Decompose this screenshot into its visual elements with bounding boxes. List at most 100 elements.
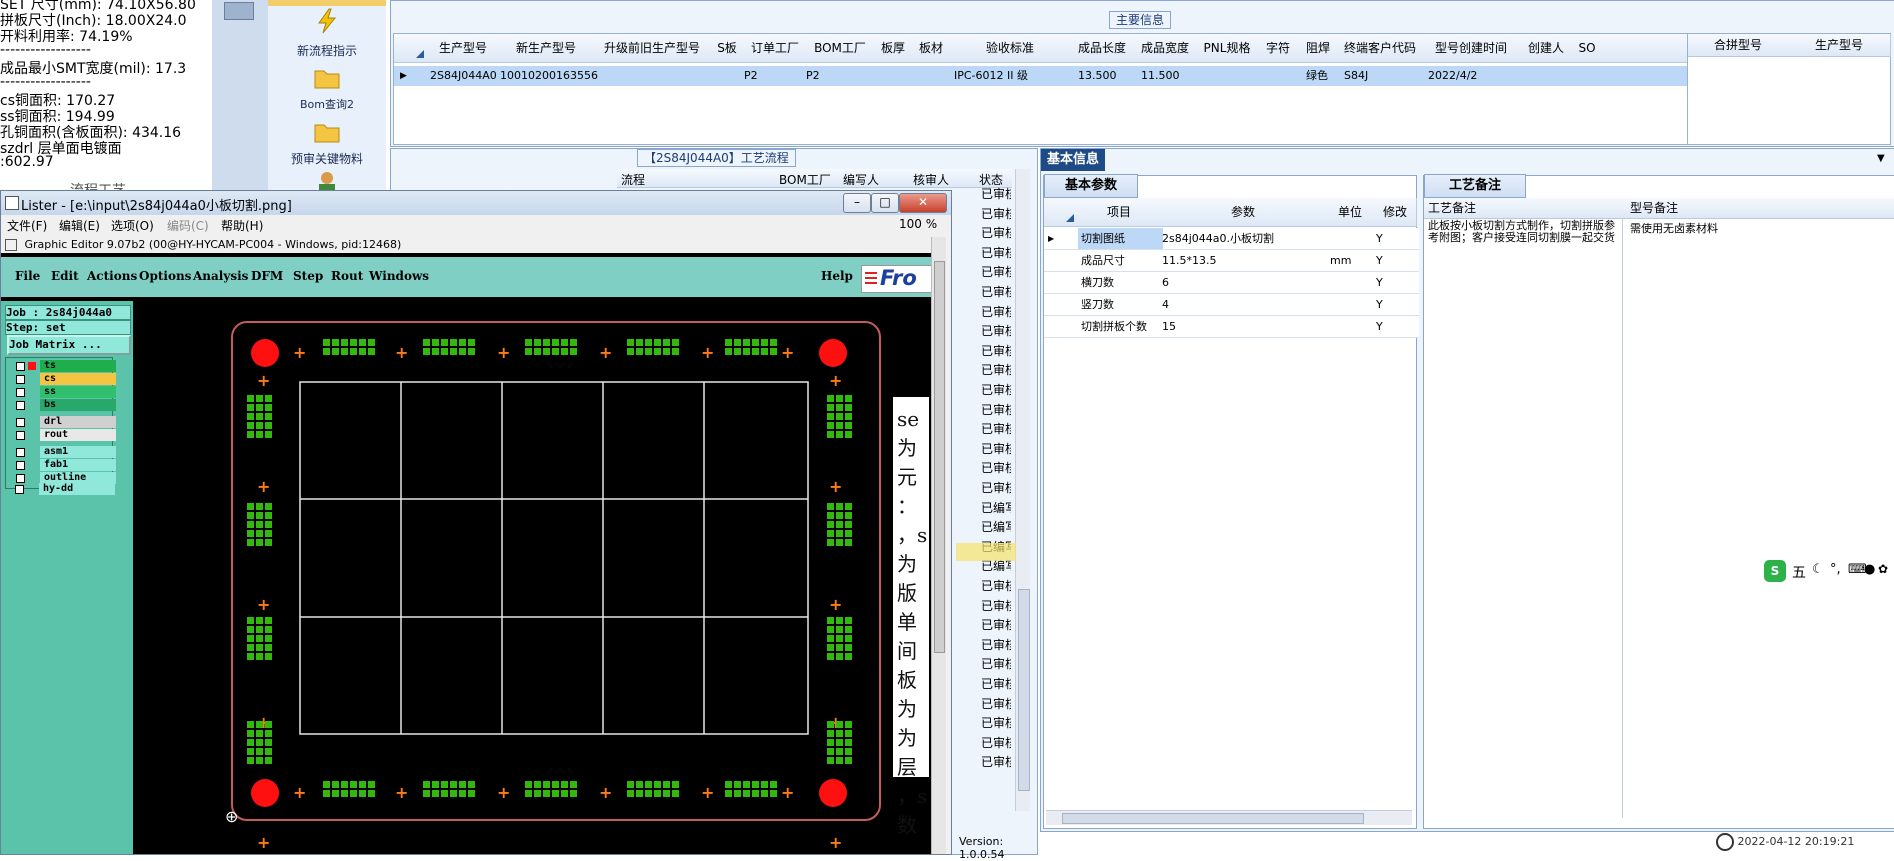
ime-toolbar[interactable]: S 五 ☾ °, ⌨ ● ✿ bbox=[1764, 560, 1892, 584]
col-header[interactable]: 订单工厂 bbox=[744, 34, 807, 63]
tab-basic-params[interactable]: 基本参数 bbox=[1044, 174, 1138, 198]
grid-icon[interactable]: ✿ bbox=[1878, 562, 1888, 576]
step-label: Step: set bbox=[5, 320, 131, 335]
col-header[interactable]: 升级前旧生产型号 bbox=[594, 34, 711, 63]
col-header[interactable]: 阻焊 bbox=[1298, 34, 1339, 63]
moon-icon[interactable]: ☾ bbox=[1812, 562, 1824, 577]
col-header[interactable]: 字符 bbox=[1258, 34, 1299, 63]
ge-menu-edit[interactable]: Edit bbox=[51, 269, 79, 283]
layer-ts[interactable]: ts bbox=[10, 360, 116, 372]
ge-menu-actions[interactable]: Actions bbox=[87, 269, 137, 283]
layer-drl[interactable]: drl bbox=[10, 416, 116, 428]
ge-menu-dfm[interactable]: DFM bbox=[251, 269, 283, 283]
menu-options[interactable]: 选项(O) bbox=[111, 217, 154, 234]
col-header[interactable]: 工艺备注 bbox=[1424, 198, 1627, 219]
ge-menu-help[interactable]: Help bbox=[821, 269, 853, 283]
col-header[interactable]: 终端客户代码 bbox=[1338, 34, 1423, 63]
table-row[interactable]: ▶ 切割图纸 2s84j044a0.小板切割 Y bbox=[1044, 228, 1419, 250]
table-row[interactable]: ▶ 2S84J044A0 10010200163556 P2 P2 IPC-60… bbox=[394, 66, 1690, 86]
col-header[interactable]: 参数 bbox=[1160, 198, 1327, 227]
job-matrix-button[interactable]: Job Matrix ... bbox=[7, 335, 131, 355]
col-header[interactable]: 合拼型号 bbox=[1688, 34, 1789, 57]
layer-asm1[interactable]: asm1 bbox=[10, 446, 116, 458]
pad bbox=[256, 431, 263, 438]
col-header[interactable]: 新生产型号 bbox=[498, 34, 595, 63]
col-header[interactable]: 生产型号 bbox=[1788, 34, 1891, 57]
scrollbar-thumb[interactable] bbox=[934, 261, 945, 653]
col-header[interactable]: 成品长度 bbox=[1070, 34, 1135, 63]
col-header[interactable]: 型号备注 bbox=[1626, 198, 1894, 219]
status-cell: 已审核 bbox=[981, 422, 1011, 437]
pad bbox=[672, 339, 679, 346]
table-row[interactable]: 切割拼板个数 15 Y bbox=[1044, 316, 1419, 338]
table-row[interactable]: 横刀数 6 Y bbox=[1044, 272, 1419, 294]
ge-menu-analysis[interactable]: Analysis bbox=[193, 269, 248, 283]
user-icon[interactable]: ● bbox=[1864, 562, 1875, 577]
col-header[interactable]: 成品宽度 bbox=[1134, 34, 1197, 63]
ime-mode[interactable]: 五 bbox=[1792, 562, 1806, 582]
col-header[interactable]: 修改 bbox=[1374, 198, 1417, 227]
vertical-scrollbar[interactable] bbox=[1015, 169, 1030, 811]
col-header[interactable]: 型号创建时间 bbox=[1422, 34, 1521, 63]
launcher-item-new-flow[interactable]: 新流程指示 bbox=[268, 42, 386, 59]
merge-model-grid[interactable]: 合拼型号 生产型号 bbox=[1687, 33, 1891, 145]
ge-menu-file[interactable]: File bbox=[15, 269, 40, 283]
launcher-item-bom-query[interactable]: Bom查询2 bbox=[268, 96, 386, 112]
ge-menu-windows[interactable]: Windows bbox=[369, 269, 429, 283]
pad bbox=[468, 781, 475, 788]
col-header[interactable]: 创建人 bbox=[1520, 34, 1573, 63]
menu-edit[interactable]: 编辑(E) bbox=[59, 217, 100, 234]
layer-fab1[interactable]: fab1 bbox=[10, 459, 116, 471]
ime-logo-icon[interactable]: S bbox=[1764, 560, 1786, 582]
ge-menu-rout[interactable]: Rout bbox=[331, 269, 363, 283]
maximize-button[interactable]: □ bbox=[871, 193, 899, 213]
scrollbar-thumb[interactable] bbox=[1062, 813, 1364, 824]
pad bbox=[845, 617, 852, 624]
layer-ss[interactable]: ss bbox=[10, 386, 116, 398]
ge-menu-options[interactable]: Options bbox=[139, 269, 191, 283]
col-header[interactable]: 验收标准 bbox=[950, 34, 1071, 63]
pad bbox=[836, 635, 843, 642]
lister-vertical-scrollbar[interactable] bbox=[931, 237, 946, 854]
layer-rout[interactable]: rout bbox=[10, 429, 116, 441]
minimize-button[interactable]: – bbox=[843, 193, 871, 213]
table-row[interactable]: 竖刀数 4 Y bbox=[1044, 294, 1419, 316]
tab-process-notes[interactable]: 工艺备注 bbox=[1424, 174, 1526, 198]
pad bbox=[845, 653, 852, 660]
model-note-text[interactable]: 需使用无卤素材料 bbox=[1630, 220, 1880, 236]
col-header[interactable]: 单位 bbox=[1326, 198, 1375, 227]
close-button[interactable]: ✕ bbox=[899, 193, 947, 213]
pad bbox=[441, 348, 448, 355]
table-row[interactable]: 成品尺寸 11.5*13.5 mm Y bbox=[1044, 250, 1419, 272]
menu-help[interactable]: 帮助(H) bbox=[221, 217, 263, 234]
menu-encoding[interactable]: 编码(C) bbox=[167, 217, 209, 234]
col-header[interactable]: 项目 bbox=[1078, 198, 1161, 227]
col-header[interactable]: 生产型号 bbox=[428, 34, 499, 63]
col-header[interactable]: PNL规格 bbox=[1196, 34, 1259, 63]
process-note-text[interactable]: 此板按小板切割方式制作，切割拼版参考附图；客户接受连同切割膜一起交货 bbox=[1428, 220, 1618, 244]
layer-hy-dd[interactable]: hy-dd bbox=[9, 483, 115, 495]
menu-file[interactable]: 文件(F) bbox=[7, 217, 47, 234]
main-info-grid[interactable]: 生产型号 新生产型号 升级前旧生产型号 S板 订单工厂 BOM工厂 板厚 板材 … bbox=[393, 33, 1691, 145]
punctuation-icon[interactable]: °, bbox=[1830, 562, 1841, 577]
col-header[interactable]: 板厚 bbox=[874, 34, 913, 63]
ge-menu-step[interactable]: Step bbox=[293, 269, 323, 283]
col-header[interactable]: 板材 bbox=[912, 34, 951, 63]
pad bbox=[827, 413, 834, 420]
horizontal-scrollbar[interactable] bbox=[1046, 810, 1412, 825]
col-header[interactable]: BOM工厂 bbox=[806, 34, 875, 63]
col-header[interactable]: S板 bbox=[710, 34, 745, 63]
pad bbox=[265, 512, 272, 519]
tab-basic-info[interactable]: 基本信息 bbox=[1041, 149, 1105, 171]
layer-bs[interactable]: bs bbox=[10, 399, 116, 411]
dropdown-arrow-icon[interactable]: ▼ bbox=[1877, 153, 1885, 164]
pad bbox=[265, 539, 272, 546]
status-cell: 已审核 bbox=[981, 187, 1011, 201]
launcher-item-key-material[interactable]: 预审关键物料 bbox=[268, 150, 386, 167]
lister-titlebar[interactable]: Lister - [e:\input\2s84j044a0小板切割.png] –… bbox=[1, 191, 951, 215]
layer-cs[interactable]: cs bbox=[10, 373, 116, 385]
col-header[interactable]: SO bbox=[1572, 34, 1603, 63]
scrollbar-thumb[interactable] bbox=[1018, 589, 1030, 791]
pad bbox=[525, 781, 532, 788]
pad bbox=[636, 339, 643, 346]
